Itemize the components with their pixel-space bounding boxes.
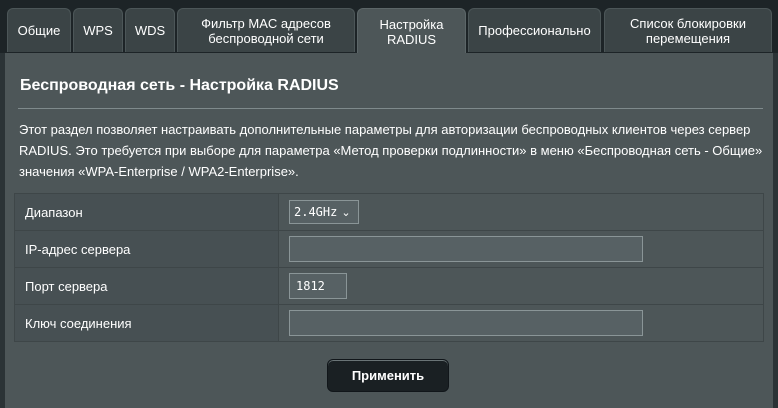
table-row: Порт сервера 1812 [14,267,764,305]
tab-wds[interactable]: WDS [125,8,175,52]
tab-label: WPS [83,23,113,38]
tab-label: Общие [17,23,61,38]
connection-key-input[interactable] [289,310,643,336]
tab-radius-settings[interactable]: Настройка RADIUS [357,8,466,54]
band-select[interactable]: 2.4GHz ⌄ [289,200,359,224]
server-ip-input[interactable] [289,236,643,262]
tab-label: WDS [134,23,166,38]
tab-label: Профессионально [478,23,591,38]
apply-button[interactable]: Применить [327,359,449,392]
tab-label: Список блокировки перемещения [630,15,746,46]
server-ip-label: IP-адрес сервера [14,230,279,268]
server-port-label: Порт сервера [14,267,279,305]
tab-label: Фильтр MAC адресов беспроводной сети [201,15,331,46]
tab-professional[interactable]: Профессионально [468,8,601,52]
content-panel: Беспроводная сеть - Настройка RADIUS Это… [5,53,773,408]
band-label: Диапазон [14,193,279,231]
tab-roaming-block-list[interactable]: Список блокировки перемещения [604,8,772,52]
radius-settings-table: Диапазон 2.4GHz ⌄ IP-адрес сервера Порт … [14,193,764,342]
table-row: IP-адрес сервера [14,230,764,268]
page-title: Беспроводная сеть - Настройка RADIUS [20,77,339,94]
server-port-input[interactable]: 1812 [289,273,347,299]
tab-wps[interactable]: WPS [73,8,123,52]
server-port-cell: 1812 [278,267,764,305]
table-row: Ключ соединения [14,304,764,342]
band-cell: 2.4GHz ⌄ [278,193,764,231]
connection-key-label: Ключ соединения [14,304,279,342]
title-divider [18,108,763,109]
table-row: Диапазон 2.4GHz ⌄ [14,193,764,231]
band-select-value: 2.4GHz [294,205,338,219]
chevron-down-icon: ⌄ [341,205,351,219]
tab-label: Настройка RADIUS [379,16,444,47]
server-ip-cell [278,230,764,268]
connection-key-cell [278,304,764,342]
tab-bar: Общие WPS WDS Фильтр MAC адресов беспров… [0,0,778,54]
tab-mac-filter[interactable]: Фильтр MAC адресов беспроводной сети [177,8,355,52]
tab-general[interactable]: Общие [7,8,71,52]
page-description: Этот раздел позволяет настраивать дополн… [19,122,763,179]
